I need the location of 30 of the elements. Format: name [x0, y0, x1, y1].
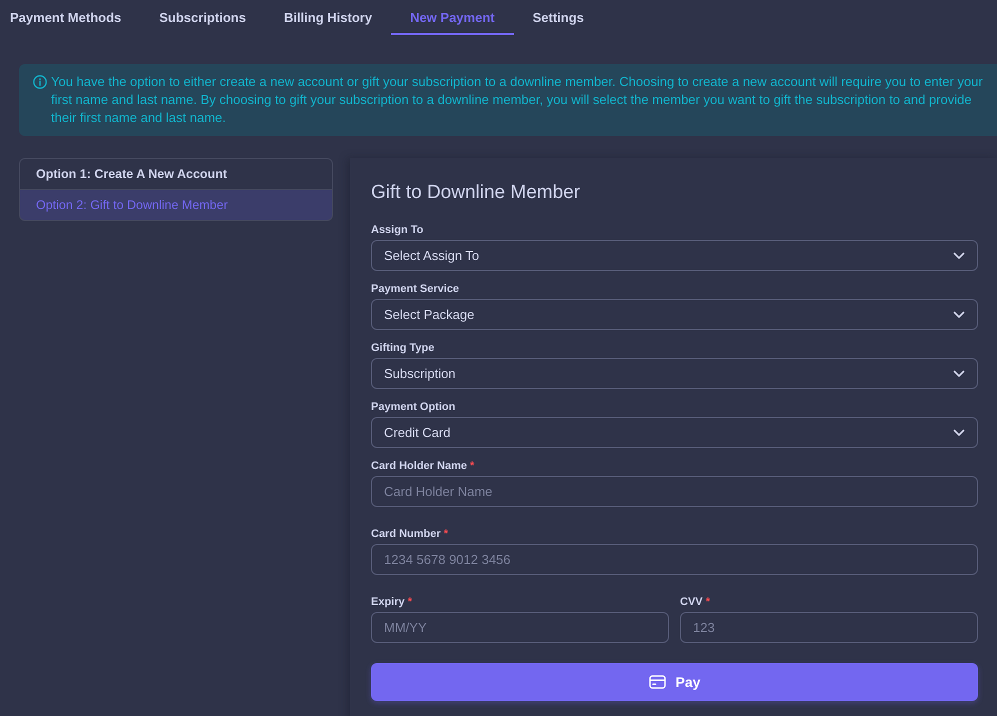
input-field[interactable]: 123: [680, 612, 978, 643]
select-field[interactable]: Credit Card: [371, 417, 978, 448]
input-field[interactable]: Card Holder Name: [371, 476, 978, 507]
select-field[interactable]: Select Assign To: [371, 240, 978, 271]
credit-card-icon: [648, 675, 666, 689]
field-label: Card Number *: [371, 527, 450, 542]
field-label: Expiry *: [371, 595, 413, 610]
field-label: Payment Service: [371, 282, 460, 297]
field-label: CVV *: [680, 595, 711, 610]
tab[interactable]: Billing History: [264, 0, 392, 35]
chevron-down-icon: [953, 252, 965, 260]
chevron-down-icon: [953, 310, 965, 318]
form-title: Gift to Downline Member: [371, 181, 582, 205]
input-field[interactable]: MM/YY: [371, 612, 669, 643]
chevron-down-icon: [953, 370, 965, 378]
field-label: Payment Option: [371, 400, 456, 415]
option-item[interactable]: Option 1: Create A New Account: [19, 158, 333, 190]
pay-button[interactable]: Pay: [371, 663, 978, 701]
tab[interactable]: Subscriptions: [140, 0, 265, 35]
field-label: Card Holder Name *: [371, 459, 476, 474]
tab[interactable]: Payment Methods: [0, 0, 140, 35]
field-label: Gifting Type: [371, 341, 436, 356]
tab[interactable]: Settings: [514, 0, 603, 35]
select-field[interactable]: Select Package: [371, 299, 978, 330]
info-icon: [33, 75, 47, 89]
select-field[interactable]: Subscription: [371, 358, 978, 389]
field-label: Assign To: [371, 223, 424, 238]
alert-text: You have the option to either create a new account or gift your subscription to a downline member. Choosing to create a new account will require you to enter your first name and last name. By choosing to gift your subscription to a downline member, you will select the member you want to gift the subscription to and provide their first name and last name.: [51, 73, 983, 127]
input-field[interactable]: 1234 5678 9012 3456: [371, 544, 978, 575]
chevron-down-icon: [953, 428, 965, 436]
